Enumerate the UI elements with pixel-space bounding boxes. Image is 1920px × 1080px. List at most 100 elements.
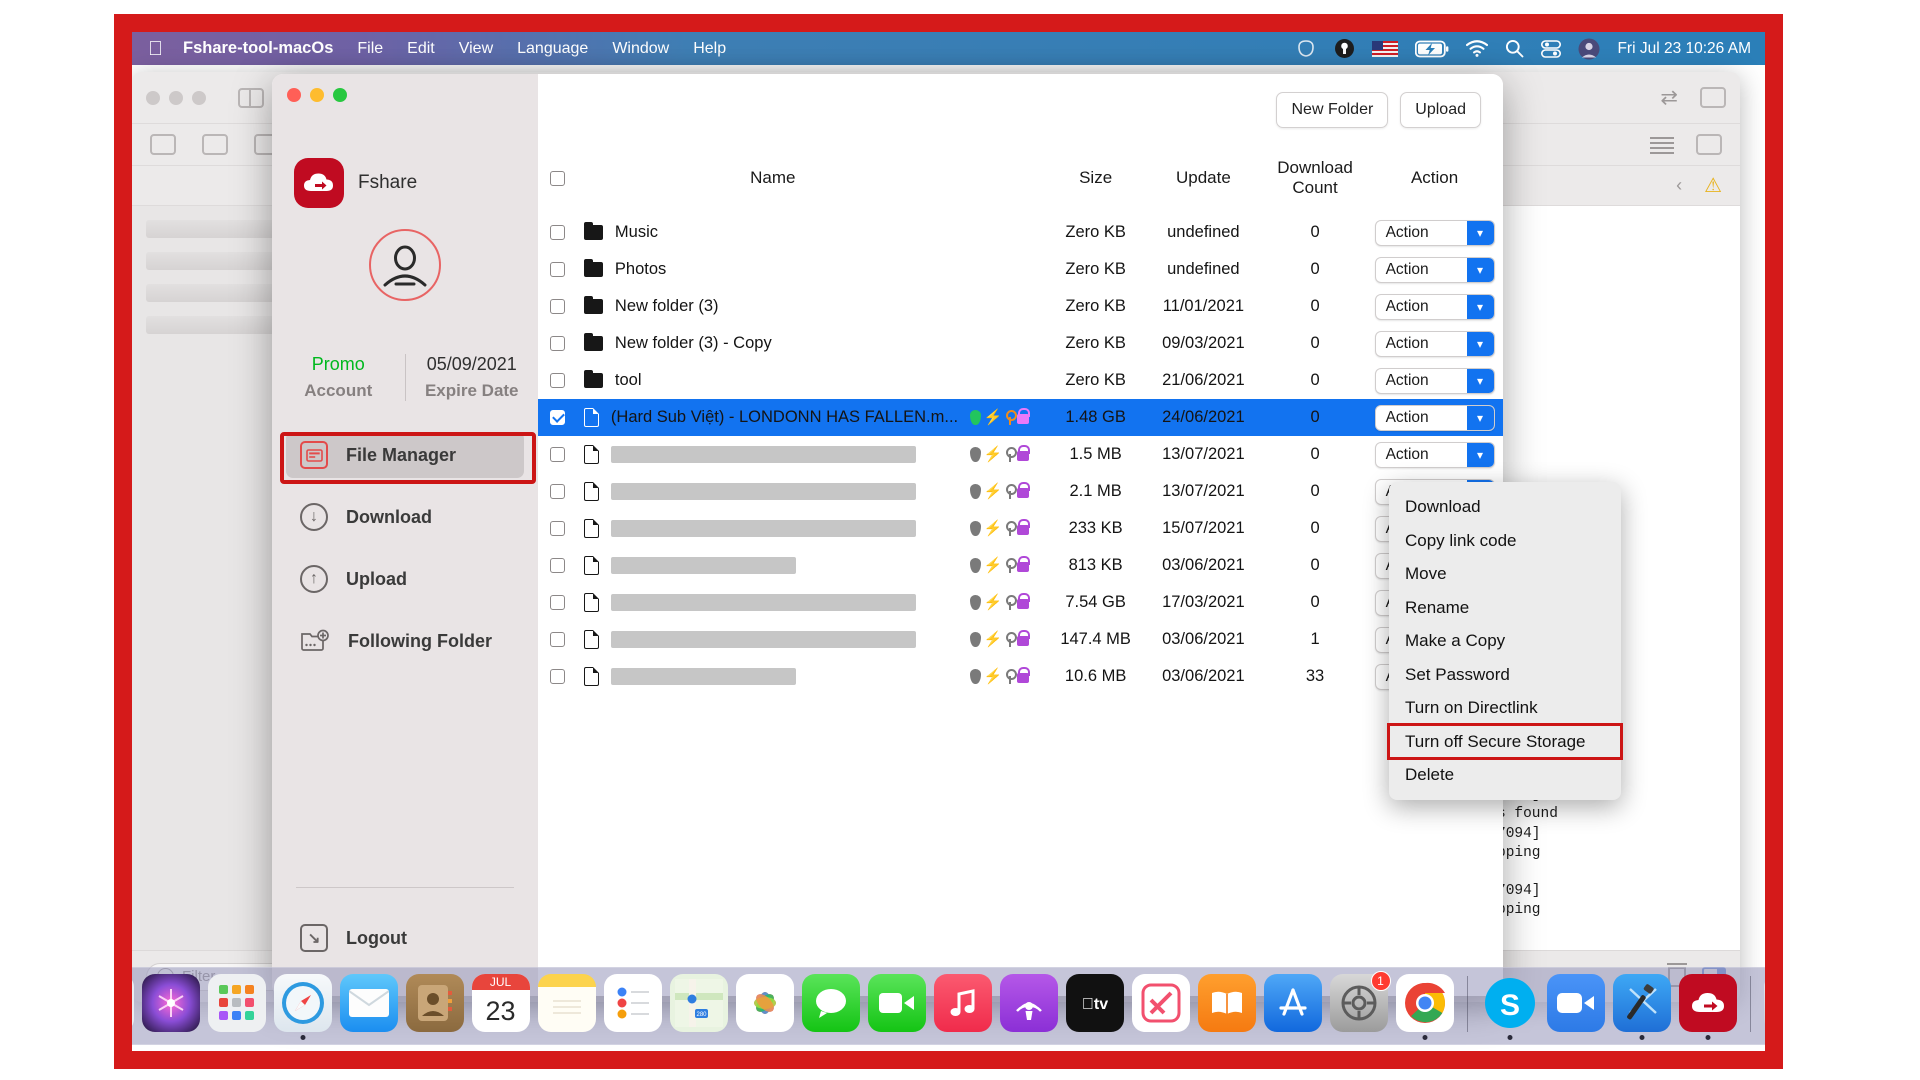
row-checkbox[interactable] (550, 299, 566, 315)
action-dropdown[interactable]: Action ▾ (1374, 256, 1495, 283)
dock-item-reminders[interactable] (603, 974, 662, 1032)
context-menu-item-copy-link-code[interactable]: Copy link code (1389, 524, 1621, 558)
table-row[interactable]: ⚡813 KB03/06/20210Action▾ (538, 547, 1503, 584)
menu-language[interactable]: Language (517, 40, 588, 58)
action-dropdown[interactable]: Action ▾ (1374, 404, 1495, 431)
context-menu-item-set-password[interactable]: Set Password (1389, 658, 1621, 692)
chevron-down-icon[interactable]: ▾ (1466, 331, 1494, 356)
dock-item-mail[interactable] (339, 974, 398, 1032)
table-row[interactable]: Music Zero KB undefined 0 Action ▾ (538, 214, 1503, 251)
row-checkbox[interactable] (550, 484, 566, 500)
dock-item-maps[interactable]: 280 (669, 974, 728, 1032)
dock-item-appletv[interactable]: tv (1065, 974, 1124, 1032)
select-all-checkbox[interactable] (550, 171, 566, 187)
folder-icon[interactable] (150, 134, 176, 155)
row-checkbox[interactable] (550, 558, 566, 574)
back-chevron-icon[interactable]: ‹ (1676, 175, 1682, 196)
row-checkbox[interactable] (550, 632, 566, 648)
dock-item-podcasts[interactable] (999, 974, 1058, 1032)
menu-view[interactable]: View (459, 40, 493, 58)
context-menu-item-rename[interactable]: Rename (1389, 591, 1621, 625)
close-button[interactable] (287, 88, 301, 102)
new-folder-button[interactable]: New Folder (1276, 92, 1389, 128)
dock-item-fshare[interactable] (1678, 974, 1737, 1040)
action-dropdown[interactable]: Action ▾ (1374, 441, 1495, 468)
sidebar-item-file-manager[interactable]: File Manager (286, 432, 524, 478)
action-dropdown[interactable]: Action ▾ (1374, 219, 1495, 246)
active-app-name[interactable]: Fshare-tool-macOs (183, 39, 333, 58)
dock-item-safari[interactable] (273, 974, 332, 1040)
dock-item-facetime[interactable] (867, 974, 926, 1032)
dock-item-xcode[interactable] (1612, 974, 1671, 1040)
context-menu-item-delete[interactable]: Delete (1389, 758, 1621, 792)
chevron-down-icon[interactable]: ▾ (1466, 294, 1494, 319)
dock-item-news[interactable] (1131, 974, 1190, 1032)
table-row[interactable]: Photos Zero KB undefined 0 Action ▾ (538, 251, 1503, 288)
table-row[interactable]: ⚡2.1 MB13/07/20210Action▾ (538, 473, 1503, 510)
row-checkbox[interactable] (550, 595, 566, 611)
context-menu-item-move[interactable]: Move (1389, 557, 1621, 591)
dock-item-skype[interactable]: S (1481, 974, 1539, 1040)
row-checkbox[interactable] (550, 447, 566, 463)
header-size[interactable]: Size (1048, 148, 1142, 214)
row-checkbox[interactable] (550, 373, 566, 389)
chevron-down-icon[interactable]: ▾ (1466, 442, 1494, 467)
upload-button[interactable]: Upload (1400, 92, 1481, 128)
dock-item-launchpad[interactable] (207, 974, 266, 1032)
row-checkbox[interactable] (550, 262, 566, 278)
dock-item-messages[interactable] (801, 974, 860, 1032)
dock-item-system-preferences[interactable]: 1 (1329, 971, 1391, 1032)
apple-logo-icon[interactable]:  (148, 39, 163, 59)
wifi-icon[interactable] (1466, 40, 1489, 57)
background-window-traffic-lights[interactable] (146, 90, 206, 105)
chevron-down-icon[interactable]: ▾ (1466, 220, 1494, 245)
table-row[interactable]: tool Zero KB 21/06/2021 0 Action ▾ (538, 362, 1503, 399)
align-lines-icon[interactable] (1650, 136, 1674, 154)
row-checkbox[interactable] (550, 521, 566, 537)
dock-item-calendar[interactable]: JUL 23 (471, 974, 530, 1032)
context-menu-item-download[interactable]: Download (1389, 490, 1621, 524)
menubar-clock[interactable]: Fri Jul 23 10:26 AM (1617, 40, 1751, 58)
dock-item-finder[interactable] (132, 974, 134, 1032)
table-row[interactable]: New folder (3) Zero KB 11/01/2021 0 Action ▾ (538, 288, 1503, 325)
us-flag-icon[interactable] (1372, 40, 1399, 57)
dock-item-photos[interactable] (735, 974, 794, 1032)
siri-icon[interactable] (1295, 38, 1317, 60)
battery-charging-icon[interactable] (1415, 40, 1449, 58)
close-x-icon[interactable] (202, 134, 228, 155)
table-row[interactable]: ⚡7.54 GB17/03/20210Action▾ (538, 584, 1503, 621)
header-name[interactable]: Name (578, 148, 968, 214)
chevron-down-icon[interactable]: ▾ (1466, 257, 1494, 282)
table-row[interactable]: ⚡10.6 MB03/06/202133Action▾ (538, 658, 1503, 695)
dock-item-appstore[interactable] (1263, 974, 1322, 1032)
menu-window[interactable]: Window (612, 40, 669, 58)
maximize-button[interactable] (333, 88, 347, 102)
table-row[interactable]: (Hard Sub Việt) - LONDONN HAS FALLEN.m..… (538, 399, 1503, 436)
context-menu-item-turn-on-directlink[interactable]: Turn on Directlink (1389, 691, 1621, 725)
chevron-down-icon[interactable]: ▾ (1466, 368, 1494, 393)
menu-help[interactable]: Help (693, 40, 726, 58)
sidebar-item-following-folder[interactable]: Following Folder (286, 618, 524, 664)
user-avatar-icon[interactable] (369, 229, 441, 301)
table-row[interactable]: ⚡ 1.5 MB 13/07/2021 0 Action ▾ (538, 436, 1503, 473)
sidebar-toggle-icon[interactable] (238, 87, 264, 108)
dock-item-notes[interactable] (537, 974, 596, 1032)
menu-edit[interactable]: Edit (407, 40, 435, 58)
action-dropdown[interactable]: Action ▾ (1374, 293, 1495, 320)
inspector-toggle-icon[interactable] (1700, 87, 1726, 108)
dock-item-trash[interactable] (1763, 974, 1765, 1032)
table-row[interactable]: ⚡147.4 MB03/06/20211Action▾ (538, 621, 1503, 658)
sidebar-item-upload[interactable]: ↑ Upload (286, 556, 524, 602)
minimize-button[interactable] (310, 88, 324, 102)
dock-item-zoom[interactable] (1546, 974, 1605, 1032)
search-icon[interactable] (1505, 39, 1524, 58)
dock-item-siri[interactable] (141, 974, 200, 1032)
action-dropdown[interactable]: Action ▾ (1374, 330, 1495, 357)
table-row[interactable]: New folder (3) - Copy Zero KB 09/03/2021 0 A… (538, 325, 1503, 362)
chevron-down-icon[interactable]: ▾ (1466, 405, 1494, 430)
dock-item-music[interactable] (933, 974, 992, 1032)
row-checkbox[interactable] (550, 225, 566, 241)
vpn-icon[interactable] (1334, 38, 1355, 59)
context-menu-item-turn-off-secure-storage[interactable]: Turn off Secure Storage (1387, 722, 1623, 760)
swap-arrows-icon[interactable]: ⇄ (1660, 85, 1678, 110)
